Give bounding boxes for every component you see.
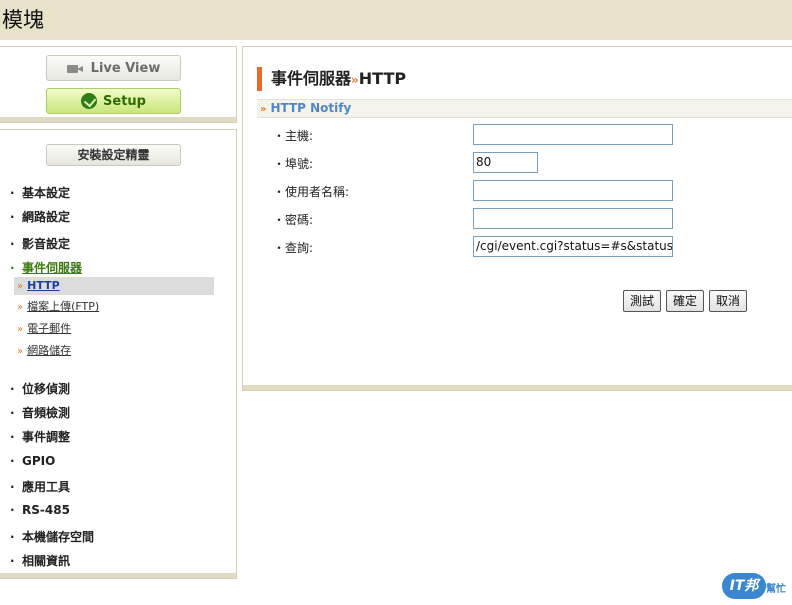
title-bar: 模塊 (0, 0, 792, 40)
sidebar-item-label: 基本設定 (22, 186, 71, 200)
bullet: · (10, 210, 15, 224)
sidebar-item-label: 音頻檢測 (22, 406, 71, 420)
sidebar-item-event-config[interactable]: · 事件調整 (10, 428, 70, 445)
bullet: · (10, 554, 15, 568)
query-label: ・查詢: (273, 241, 314, 255)
main-panel: 事件伺服器»HTTP » HTTP Notify ・主機: ・埠號: 80 ・使用… (242, 46, 792, 391)
sidebar-item-label: GPIO (22, 454, 56, 468)
sidebar-item-local-storage[interactable]: · 本機儲存空間 (10, 528, 94, 545)
double-chevron-icon: » (17, 324, 24, 335)
double-chevron-icon: » (17, 281, 24, 292)
title-page: HTTP (358, 69, 407, 88)
bullet: · (10, 530, 15, 544)
sidebar-item-gpio[interactable]: · GPIO (10, 454, 55, 468)
double-chevron-icon: » (260, 104, 267, 115)
sidebar-item-info[interactable]: · 相關資訊 (10, 552, 70, 569)
password-label: ・密碼: (273, 213, 314, 227)
password-field[interactable] (473, 208, 673, 229)
sidebar-item-label: 相關資訊 (22, 554, 71, 568)
query-field[interactable]: /cgi/event.cgi?status=#s&statusid (473, 236, 673, 257)
sidebar-subitem-ftp[interactable]: » 檔案上傳(FTP) (14, 298, 214, 316)
bullet: · (10, 261, 15, 275)
sidebar-item-label: 事件伺服器 (22, 261, 83, 275)
logo-subtext: 幫忙 (766, 584, 786, 595)
double-chevron-icon: » (17, 346, 24, 357)
bullet: · (10, 186, 15, 200)
sidebar-item-label: 事件調整 (22, 430, 71, 444)
live-view-button[interactable]: Live View (46, 55, 181, 81)
sidebar-item-motion[interactable]: · 位移偵測 (10, 380, 70, 397)
bullet: · (10, 454, 15, 468)
section-header: » HTTP Notify (257, 99, 792, 118)
section-title: HTTP Notify (270, 101, 352, 115)
host-field[interactable] (473, 124, 673, 145)
sidebar-item-label: 應用工具 (22, 480, 71, 494)
page-title: 事件伺服器»HTTP (257, 67, 406, 91)
sidebar-item-label: 影音設定 (22, 237, 71, 251)
panel-divider (243, 385, 792, 390)
bullet: · (10, 237, 15, 251)
username-label: ・使用者名稱: (273, 185, 350, 199)
sidebar-subitem-label: HTTP (27, 279, 60, 292)
sidebar-item-label: 網路設定 (22, 210, 71, 224)
bullet: · (10, 480, 15, 494)
camera-icon (66, 62, 85, 74)
bullet: · (10, 406, 15, 420)
bullet: · (10, 503, 15, 517)
sidebar-item-label: 位移偵測 (22, 382, 71, 396)
panel-divider (0, 117, 236, 122)
logo-bubble: IT邦 (722, 573, 766, 599)
sidebar-subitem-email[interactable]: » 電子郵件 (14, 320, 214, 338)
bullet: · (10, 382, 15, 396)
sidebar-nav: 安裝設定精靈 · 基本設定 · 網路設定 · 影音設定 · 事件伺服器 » HTTP » 檔… (0, 129, 237, 579)
setup-label: Setup (103, 93, 146, 109)
window-title: 模塊 (2, 8, 44, 32)
live-view-label: Live View (90, 60, 161, 76)
sidebar-item-label: RS-485 (22, 503, 70, 517)
sidebar-item-network[interactable]: · 網路設定 (10, 208, 70, 225)
sidebar-item-audio[interactable]: · 音頻檢測 (10, 404, 70, 421)
title-separator: » (351, 73, 359, 87)
ithome-logo: IT邦 幫忙 (722, 571, 790, 601)
panel-divider (0, 573, 236, 578)
double-chevron-icon: » (17, 302, 24, 313)
title-section: 事件伺服器 (271, 69, 352, 88)
host-label: ・主機: (273, 129, 314, 143)
view-switcher-panel: Live View Setup (0, 46, 237, 123)
sidebar-item-tools[interactable]: · 應用工具 (10, 478, 70, 495)
port-field[interactable]: 80 (473, 152, 538, 173)
setup-icon (81, 93, 98, 109)
username-field[interactable] (473, 180, 673, 201)
sidebar-subitem-http[interactable]: » HTTP (14, 277, 214, 295)
sidebar-item-event-server[interactable]: · 事件伺服器 (10, 259, 82, 276)
sidebar-item-av[interactable]: · 影音設定 (10, 235, 70, 252)
setup-wizard-button[interactable]: 安裝設定精靈 (46, 144, 181, 166)
sidebar-item-basic[interactable]: · 基本設定 (10, 184, 70, 201)
cancel-button[interactable]: 取消 (709, 290, 747, 312)
test-button[interactable]: 測試 (623, 290, 661, 312)
setup-button[interactable]: Setup (46, 88, 181, 114)
sidebar-subitem-label: 檔案上傳(FTP) (27, 300, 100, 313)
sidebar-item-rs485[interactable]: · RS-485 (10, 503, 70, 517)
sidebar-subitem-label: 電子郵件 (27, 322, 72, 335)
sidebar-subitem-nas[interactable]: » 網路儲存 (14, 342, 214, 360)
port-label: ・埠號: (273, 157, 314, 171)
sidebar-subitem-label: 網路儲存 (27, 344, 72, 357)
ok-button[interactable]: 確定 (666, 290, 704, 312)
sidebar-item-label: 本機儲存空間 (22, 530, 95, 544)
bullet: · (10, 430, 15, 444)
